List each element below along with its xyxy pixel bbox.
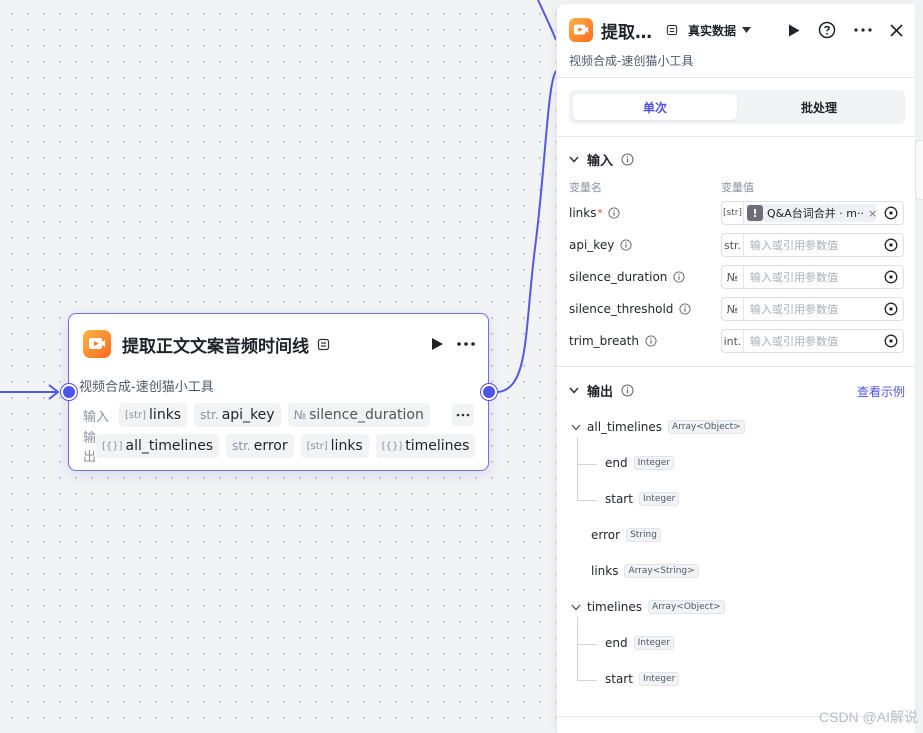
background-node-edge (915, 140, 923, 200)
output-chip-links: [str] links (300, 434, 369, 458)
input-chip-links: [str] links (119, 403, 188, 427)
chevron-down-icon (571, 424, 581, 430)
output-section-header[interactable]: 输出 (569, 381, 634, 400)
info-icon (621, 153, 634, 166)
info-icon (645, 335, 657, 347)
var-row-api-key: api_key str. 输入或引用参数值 (569, 233, 904, 257)
input-chip-silence-duration: № silence_duration (287, 403, 430, 427)
output-tree-item: start Integer (605, 672, 680, 686)
variable-picker-icon[interactable] (879, 270, 903, 284)
panel-more-icon[interactable] (854, 28, 872, 32)
tree-guide (577, 644, 597, 645)
output-tree-item: end Integer (605, 636, 674, 650)
workflow-node[interactable]: 提取正文文案音频时间线 视频合成-速创猫小工具 输入 [str] links st… (68, 313, 489, 471)
links-value-field[interactable]: [str] !Q&A台词合并 · m··× (721, 201, 904, 225)
variable-picker-icon[interactable] (879, 238, 903, 252)
tree-guide (577, 464, 597, 465)
reference-tag[interactable]: !Q&A台词合并 · m··× (747, 204, 876, 222)
output-tree-item[interactable]: all_timelines Array<Object> (571, 420, 745, 434)
panel-subtitle: 视频合成-速创猫小工具 (569, 54, 694, 68)
tree-guide (577, 680, 597, 681)
output-tree-item[interactable]: timelines Array<Object> (571, 600, 725, 614)
variable-picker-icon[interactable] (879, 302, 903, 316)
col-variable-value: 变量值 (721, 181, 754, 194)
chevron-down-icon (569, 387, 579, 394)
view-example-link[interactable]: 查看示例 (857, 383, 905, 400)
node-more-icon[interactable] (456, 341, 476, 347)
output-tree-item: end Integer (605, 456, 674, 470)
silence-threshold-value-field[interactable]: № 输入或引用参数值 (721, 297, 904, 321)
video-tool-icon (83, 330, 111, 358)
input-chip-api-key: str. api_key (194, 403, 281, 427)
chevron-down-icon (742, 27, 752, 33)
output-tree-item: links Array<String> (591, 564, 699, 578)
output-chip-error: str. error (226, 434, 294, 458)
divider (557, 366, 915, 367)
silence-duration-value-field[interactable]: № 输入或引用参数值 (721, 265, 904, 289)
inputs-label: 输入 (83, 409, 110, 425)
close-icon[interactable] (890, 23, 903, 37)
api-key-value-field[interactable]: str. 输入或引用参数值 (721, 233, 904, 257)
trim-breath-value-field[interactable]: int. 输入或引用参数值 (721, 329, 904, 353)
output-tree-item: error String (591, 528, 661, 542)
plugin-badge-icon (666, 24, 678, 36)
data-mode-select[interactable]: 真实数据 (688, 22, 752, 39)
tab-batch[interactable]: 批处理 (737, 94, 901, 120)
tree-guide (577, 617, 578, 680)
output-tree-item: start Integer (605, 492, 680, 506)
info-icon (673, 271, 685, 283)
help-icon[interactable] (818, 21, 836, 39)
tab-single[interactable]: 单次 (573, 94, 737, 120)
divider (557, 77, 915, 78)
watermark: CSDN @AI解说 (819, 709, 918, 725)
chevron-down-icon (571, 604, 581, 610)
output-chip-timelines: [{}] timelines (375, 434, 476, 458)
more-inputs-icon[interactable] (452, 404, 474, 426)
col-variable-name: 变量名 (569, 181, 602, 194)
tree-guide (577, 437, 578, 500)
remove-tag-icon: × (864, 207, 876, 220)
run-node-icon[interactable] (430, 337, 444, 351)
outputs-label: 输出 (83, 431, 97, 465)
node-subtitle: 视频合成-速创猫小工具 (79, 380, 214, 395)
var-row-silence-duration: silence_duration № 输入或引用参数值 (569, 265, 904, 289)
node-inputs-row: 输入 [str] links str. api_key № silence_durat… (83, 403, 474, 427)
divider (557, 136, 915, 137)
var-row-links: links* [str] !Q&A台词合并 · m··× (569, 201, 904, 225)
node-title: 提取正文文案音频时间线 (122, 336, 309, 357)
info-icon (608, 207, 621, 219)
tree-guide (577, 500, 597, 501)
var-row-silence-threshold: silence_threshold № 输入或引用参数值 (569, 297, 904, 321)
info-icon (621, 384, 634, 397)
output-chip-all-timelines: [{}] all_timelines (96, 434, 220, 458)
variable-picker-icon[interactable] (879, 206, 903, 220)
video-tool-icon (569, 18, 593, 42)
info-icon (620, 239, 632, 251)
input-section-header[interactable]: 输入 (569, 150, 634, 169)
node-outputs-row: 输出 [{}] all_timelines str. error [str] link… (83, 431, 476, 465)
info-icon (679, 303, 691, 315)
node-test-panel: 提取… 真实数据 视频合成-速创猫小工具 单次 批处理 输入 变量名 变量值 l… (556, 4, 915, 733)
run-icon[interactable] (788, 24, 800, 37)
node-output-port[interactable] (481, 384, 497, 400)
plugin-badge-icon (317, 338, 330, 351)
chevron-down-icon (569, 156, 579, 163)
var-row-trim-breath: trim_breath int. 输入或引用参数值 (569, 329, 904, 353)
panel-title: 提取… (601, 22, 652, 43)
warning-icon: ! (747, 205, 763, 221)
node-input-port[interactable] (61, 384, 77, 400)
run-mode-tabs: 单次 批处理 (569, 90, 905, 124)
variable-picker-icon[interactable] (879, 334, 903, 348)
